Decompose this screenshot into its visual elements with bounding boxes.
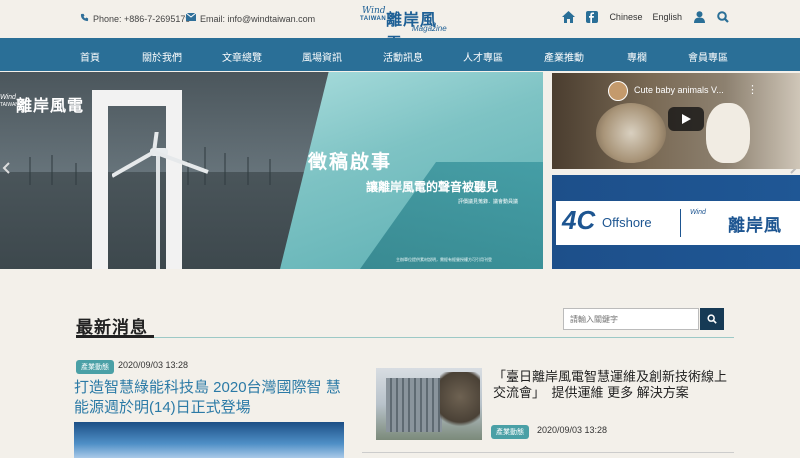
logo-taiwan-text: TAIWAN	[360, 16, 387, 22]
top-bar: Phone: +886-7-2695179 Email: info@windta…	[0, 0, 800, 53]
main-nav: 首頁 關於我們 文章總覽 風場資訊 活動訊息 人才專區 產業推動 專欄 會員專區	[0, 38, 800, 71]
search-icon[interactable]	[716, 10, 730, 24]
news-category-badge[interactable]: 產業動態	[491, 425, 529, 439]
hero-sub2: 評價議見蒐錄．議會動員議	[458, 199, 519, 205]
hero-subheadline: 讓離岸風電的聲音被聽見	[366, 180, 499, 194]
email-label: Email: info@windtaiwan.com	[200, 13, 316, 24]
hero-carousel[interactable]: Wind TAIWAN 離岸風電 徵稿啟事 讓離岸風電的聲音被聽見 評價議見蒐錄…	[0, 72, 543, 269]
phone-label: Phone: +886-7-2695179	[93, 14, 191, 24]
news-image-building	[386, 378, 442, 432]
video-embed[interactable]: Cute baby animals V... ⋮	[552, 73, 800, 169]
news-search-input[interactable]	[563, 308, 699, 330]
facebook-icon[interactable]	[585, 10, 599, 24]
hero-logo-wind: Wind	[0, 94, 16, 101]
lang-english-link[interactable]: English	[652, 12, 682, 22]
carousel-prev-icon[interactable]	[2, 162, 10, 177]
channel-avatar[interactable]	[608, 81, 628, 101]
news-title-link[interactable]: 打造智慧綠能科技島 2020台灣國際智 慧能源週於明(14)日正式登場	[74, 378, 354, 418]
offshore-banner-inner: 4C Offshore Wind 離岸風	[556, 201, 800, 245]
phone-icon	[80, 13, 89, 25]
nav-item-events[interactable]: 活動訊息	[383, 49, 423, 64]
nav-item-windfarm[interactable]: 風場資訊	[302, 49, 342, 64]
email-contact[interactable]: Email: info@windtaiwan.com	[185, 12, 316, 24]
hero-logo-chinese: 離岸風電	[16, 96, 85, 115]
banner-divider	[680, 209, 681, 237]
news-title-link[interactable]: 「臺日離岸風電智慧運維及創新技術線上交流會」 提供運維 更多 解決方案	[493, 369, 733, 401]
search-icon	[707, 314, 717, 324]
news-image[interactable]	[376, 368, 482, 440]
play-button-icon[interactable]	[668, 107, 704, 131]
mail-icon	[185, 12, 197, 24]
video-more-icon[interactable]: ⋮	[747, 83, 758, 96]
lang-chinese-link[interactable]: Chinese	[609, 12, 642, 22]
news-date: 2020/09/03 13:28	[118, 360, 189, 370]
offshore-banner[interactable]: 4C Offshore Wind 離岸風	[552, 175, 800, 269]
header-tools: Chinese English	[561, 10, 730, 24]
hero-headline: 徵稿啟事	[308, 152, 393, 173]
news-divider	[362, 452, 734, 453]
nav-item-industry[interactable]: 產業推動	[544, 49, 584, 64]
banner-wind-text: Wind	[690, 209, 706, 216]
section-title-rule	[76, 337, 734, 338]
phone-contact[interactable]: Phone: +886-7-2695179	[80, 13, 190, 25]
news-date: 2020/09/03 13:28	[537, 425, 608, 435]
logo-wind-text: Wind	[362, 6, 386, 16]
user-icon[interactable]	[692, 10, 706, 24]
nav-item-about[interactable]: 關於我們	[142, 49, 182, 64]
site-logo[interactable]: Wind TAIWAN 離岸風電 Magazine	[360, 4, 450, 53]
news-image[interactable]	[74, 422, 344, 458]
video-thumbnail-hedgehog	[596, 103, 666, 163]
news-search-button[interactable]	[700, 308, 724, 330]
nav-item-column[interactable]: 專欄	[627, 49, 647, 64]
news-image-tree	[440, 372, 480, 434]
video-thumbnail-bunny	[706, 103, 750, 163]
nav-item-talent[interactable]: 人才專區	[463, 49, 503, 64]
wind-turbine-graphic	[112, 132, 209, 269]
banner-chinese-text: 離岸風	[728, 216, 782, 236]
nav-item-home[interactable]: 首頁	[80, 49, 100, 64]
banner-4c-text: 4C	[562, 205, 596, 235]
news-category-badge[interactable]: 產業動態	[76, 360, 114, 374]
home-icon[interactable]	[561, 10, 575, 24]
logo-magazine-text: Magazine	[412, 24, 447, 33]
section-title-underline	[76, 335, 154, 338]
nav-item-members[interactable]: 會員專區	[688, 49, 728, 64]
hero-fine-print: 主辦單位提供素材說明，需經有經營授權方可引用刊登	[396, 257, 492, 262]
banner-offshore-text: Offshore	[602, 215, 652, 230]
nav-item-articles[interactable]: 文章總覽	[222, 49, 262, 64]
video-title[interactable]: Cute baby animals V...	[634, 85, 724, 95]
